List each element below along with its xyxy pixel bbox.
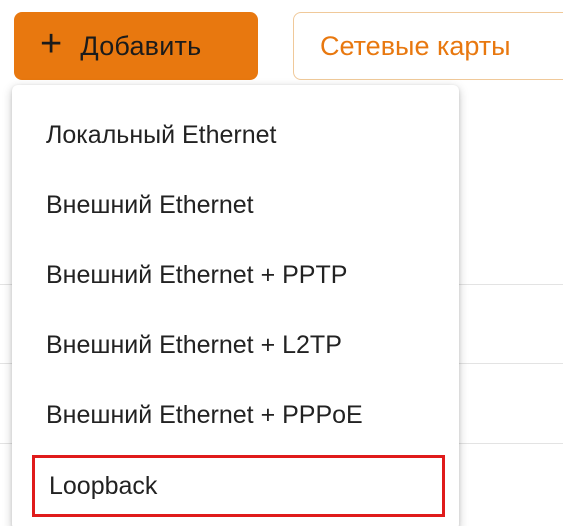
menu-item-external-ethernet-l2tp[interactable]: Внешний Ethernet + L2TP [12, 315, 459, 375]
menu-item-label: Внешний Ethernet + PPPoE [46, 400, 363, 429]
menu-item-label: Loopback [49, 471, 158, 500]
network-cards-label: Сетевые карты [320, 30, 511, 61]
page: + Добавить Сетевые карты Локальный Ether… [0, 0, 563, 526]
menu-item-external-ethernet-pppoe[interactable]: Внешний Ethernet + PPPoE [12, 385, 459, 445]
menu-item-label: Внешний Ethernet + PPTP [46, 260, 348, 289]
menu-item-label: Внешний Ethernet [46, 190, 254, 219]
network-cards-button[interactable]: Сетевые карты [293, 12, 563, 80]
menu-item-loopback[interactable]: Loopback [32, 455, 445, 517]
menu-item-label: Локальный Ethernet [46, 120, 277, 149]
add-button-label: Добавить [80, 30, 202, 61]
menu-item-label: Внешний Ethernet + L2TP [46, 330, 342, 359]
menu-item-local-ethernet[interactable]: Локальный Ethernet [12, 105, 459, 165]
menu-item-external-ethernet[interactable]: Внешний Ethernet [12, 175, 459, 235]
add-dropdown-menu: Локальный Ethernet Внешний Ethernet Внеш… [12, 85, 459, 526]
add-button[interactable]: + Добавить [14, 12, 258, 80]
plus-icon: + [40, 23, 63, 65]
menu-item-external-ethernet-pptp[interactable]: Внешний Ethernet + PPTP [12, 245, 459, 305]
